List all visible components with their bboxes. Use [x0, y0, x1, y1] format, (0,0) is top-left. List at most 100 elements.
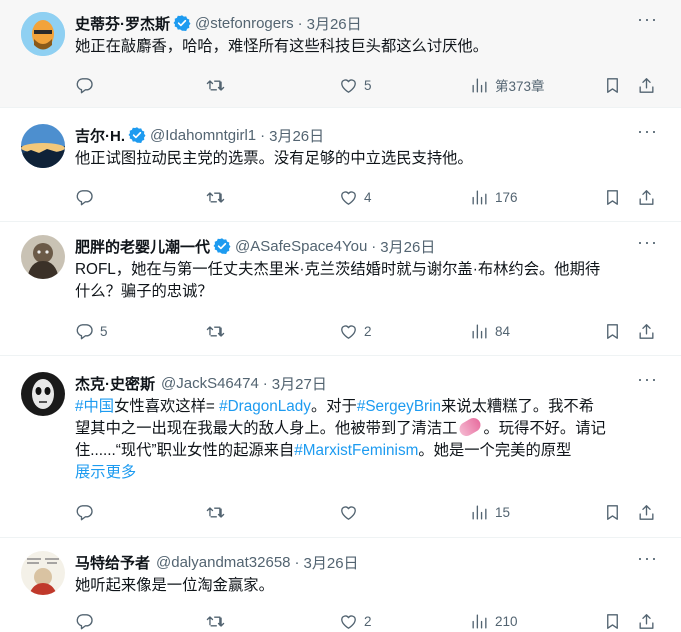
view-count: 176	[495, 189, 518, 205]
like-button[interactable]: 2	[339, 319, 372, 343]
reply-button[interactable]: 5	[75, 319, 108, 343]
retweet-button[interactable]	[206, 500, 231, 524]
more-options-icon[interactable]: ···	[637, 370, 658, 388]
user-handle[interactable]: @JackS46474	[161, 375, 259, 392]
display-name[interactable]: 史蒂芬·罗杰斯	[75, 13, 170, 34]
user-handle[interactable]: @stefonrogers	[195, 15, 294, 32]
bar-chart-icon	[470, 76, 489, 95]
more-options-icon[interactable]: ···	[637, 233, 658, 251]
like-button[interactable]	[339, 500, 364, 524]
bookmark-icon	[603, 322, 622, 341]
timestamp[interactable]: 3月27日	[272, 373, 327, 394]
bar-chart-icon	[470, 612, 489, 631]
show-more-link[interactable]: 展示更多	[75, 462, 660, 484]
like-button[interactable]: 2	[339, 609, 372, 632]
reply-icon	[75, 76, 94, 95]
retweet-icon	[206, 188, 225, 207]
more-options-icon[interactable]: ···	[637, 10, 658, 28]
timestamp[interactable]: 3月26日	[269, 125, 324, 146]
tweet[interactable]: 杰克·史密斯 @JackS46474 · 3月27日 ··· #中国女性喜欢这样…	[0, 360, 681, 538]
separator-dot: ·	[371, 237, 377, 255]
like-button[interactable]: 4	[339, 185, 372, 209]
timestamp[interactable]: 3月26日	[380, 236, 435, 257]
hashtag-link[interactable]: #SergeyBrin	[357, 398, 441, 415]
reply-button[interactable]	[75, 500, 100, 524]
reply-button[interactable]	[75, 185, 100, 209]
avatar[interactable]	[21, 124, 65, 168]
share-icon	[637, 322, 656, 341]
views-button[interactable]: 210	[470, 609, 518, 632]
display-name[interactable]: 肥胖的老婴儿潮一代	[75, 236, 210, 257]
tweet-text: 她正在敲麝香，哈哈，难怪所有这些科技巨头都这么讨厌他。	[75, 38, 489, 55]
text-segment: 。她是一个完美的原型	[418, 442, 572, 459]
text-segment: 望其中之一出现在我最大的敌人身上。他被带到了清洁工	[75, 420, 458, 437]
views-button[interactable]: 176	[470, 185, 518, 209]
views-button[interactable]: 第373章	[470, 73, 545, 97]
reply-icon	[75, 322, 94, 341]
avatar[interactable]	[21, 12, 65, 56]
reply-icon	[75, 503, 94, 522]
hashtag-link[interactable]: #MarxistFeminism	[294, 442, 418, 459]
views-button[interactable]: 15	[470, 500, 510, 524]
share-button[interactable]	[637, 500, 656, 524]
view-count: 84	[495, 323, 511, 339]
hashtag-link[interactable]: #DragonLady	[219, 398, 311, 415]
bar-chart-icon	[470, 503, 489, 522]
heart-icon	[339, 612, 358, 631]
retweet-icon	[206, 503, 225, 522]
bookmark-icon	[603, 503, 622, 522]
tweet-text: 她听起来像是一位淘金赢家。	[75, 577, 274, 594]
share-button[interactable]	[637, 609, 656, 632]
retweet-icon	[206, 322, 225, 341]
timestamp[interactable]: 3月26日	[304, 552, 359, 573]
retweet-button[interactable]	[206, 73, 231, 97]
more-options-icon[interactable]: ···	[637, 122, 658, 140]
like-button[interactable]: 5	[339, 73, 372, 97]
share-button[interactable]	[637, 73, 656, 97]
display-name[interactable]: 马特给予者	[75, 552, 150, 573]
tweet[interactable]: 马特给予者 @dalyandmat32658 · 3月26日 ··· 她听起来像…	[0, 539, 681, 632]
verified-badge-icon	[128, 126, 146, 144]
bookmark-button[interactable]	[603, 73, 622, 97]
share-icon	[637, 503, 656, 522]
bookmark-icon	[603, 76, 622, 95]
reply-button[interactable]	[75, 73, 100, 97]
avatar[interactable]	[21, 551, 65, 595]
tweet-text-line: ROFL，她在与第一任丈夫杰里米·克兰茨结婚时就与谢尔盖·布林约会。他期待	[75, 261, 601, 278]
tweet-text: ROFL，她在与第一任丈夫杰里米·克兰茨结婚时就与谢尔盖·布林约会。他期待 什么…	[75, 259, 660, 303]
verified-badge-icon	[213, 237, 231, 255]
hashtag-link[interactable]: #中国	[75, 398, 114, 415]
tweet-text-line: 什么？骗子的忠诚？	[75, 283, 213, 300]
tweet[interactable]: 史蒂芬·罗杰斯 @stefonrogers · 3月26日 ··· 她正在敲麝香…	[0, 0, 681, 108]
separator-dot: ·	[294, 553, 300, 571]
bookmark-icon	[603, 188, 622, 207]
retweet-button[interactable]	[206, 319, 231, 343]
bookmark-icon	[603, 612, 622, 631]
bookmark-button[interactable]	[603, 185, 622, 209]
text-segment: 。玩得不好。请记	[483, 420, 606, 437]
user-handle[interactable]: @Idahomntgirl1	[150, 127, 256, 144]
display-name[interactable]: 杰克·史密斯	[75, 373, 155, 394]
view-count: 15	[495, 504, 511, 520]
views-button[interactable]: 84	[470, 319, 510, 343]
share-button[interactable]	[637, 319, 656, 343]
retweet-button[interactable]	[206, 609, 231, 632]
tweet[interactable]: 吉尔·H. @Idahomntgirl1 · 3月26日 ··· 他正试图拉动民…	[0, 112, 681, 222]
bookmark-button[interactable]	[603, 500, 622, 524]
bookmark-button[interactable]	[603, 319, 622, 343]
bar-chart-icon	[470, 322, 489, 341]
heart-icon	[339, 76, 358, 95]
retweet-button[interactable]	[206, 185, 231, 209]
user-handle[interactable]: @dalyandmat32658	[156, 554, 291, 571]
tweet[interactable]: 肥胖的老婴儿潮一代 @ASafeSpace4You · 3月26日 ··· RO…	[0, 223, 681, 356]
bookmark-button[interactable]	[603, 609, 622, 632]
avatar[interactable]	[21, 372, 65, 416]
reply-button[interactable]	[75, 609, 100, 632]
timestamp[interactable]: 3月26日	[307, 13, 362, 34]
more-options-icon[interactable]: ···	[637, 549, 658, 567]
user-handle[interactable]: @ASafeSpace4You	[235, 238, 367, 255]
display-name[interactable]: 吉尔·H.	[75, 125, 125, 146]
share-button[interactable]	[637, 185, 656, 209]
avatar[interactable]	[21, 235, 65, 279]
heart-icon	[339, 503, 358, 522]
